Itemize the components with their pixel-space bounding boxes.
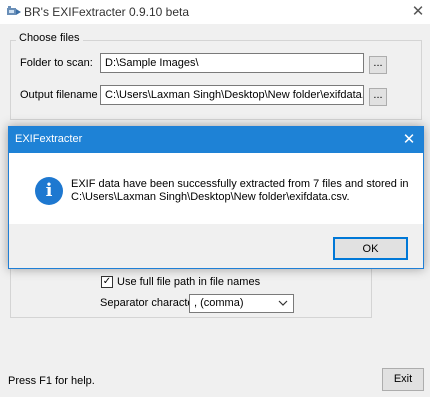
ok-button[interactable]: OK	[333, 237, 408, 260]
chevron-down-icon	[278, 296, 288, 313]
choose-files-group	[10, 40, 422, 120]
dialog-title-bar: EXIFextracter ✕	[9, 127, 423, 153]
folder-label: Folder to scan:	[20, 57, 93, 69]
dialog-body: i EXIF data have been successfully extra…	[9, 153, 423, 224]
help-text: Press F1 for help.	[8, 375, 95, 387]
message-dialog: EXIFextracter ✕ i EXIF data have been su…	[8, 126, 424, 269]
separator-select[interactable]: , (comma)	[189, 294, 294, 313]
browse-output-button[interactable]: ...	[369, 88, 387, 106]
choose-files-label: Choose files	[16, 32, 83, 44]
dialog-message-line1: EXIF data have been successfully extract…	[71, 178, 409, 190]
app-icon	[7, 6, 21, 15]
window-title: BR's EXIFextracter 0.9.10 beta	[24, 5, 190, 19]
dialog-title: EXIFextracter	[15, 133, 83, 145]
title-bar: BR's EXIFextracter 0.9.10 beta ✕	[0, 0, 430, 24]
exit-button[interactable]: Exit	[382, 368, 424, 391]
separator-value: , (comma)	[194, 297, 244, 309]
browse-folder-button[interactable]: ...	[369, 56, 387, 74]
full-path-checkbox[interactable]: ✓	[101, 276, 113, 288]
separator-label: Separator character:	[100, 297, 201, 309]
close-icon[interactable]: ✕	[399, 130, 419, 150]
folder-input[interactable]: D:\Sample Images\	[100, 53, 364, 73]
output-filename-input[interactable]: C:\Users\Laxman Singh\Desktop\New folder…	[100, 85, 364, 105]
output-filename-label: Output filename :	[20, 89, 104, 101]
full-path-label: Use full file path in file names	[117, 276, 261, 288]
dialog-message-line2: C:\Users\Laxman Singh\Desktop\New folder…	[71, 191, 350, 203]
info-icon: i	[35, 177, 63, 205]
close-icon[interactable]: ✕	[408, 2, 428, 22]
dialog-message: EXIF data have been successfully extract…	[71, 178, 411, 204]
